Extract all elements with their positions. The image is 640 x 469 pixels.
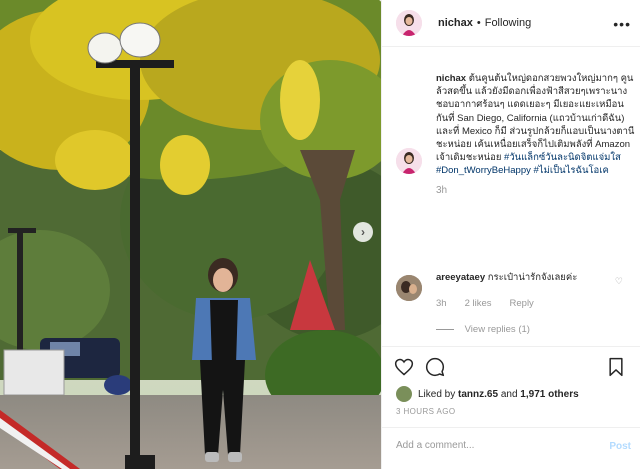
- comment-icon[interactable]: [425, 357, 445, 377]
- hashtag-link[interactable]: #Don_tWorryBeHappy: [436, 165, 531, 176]
- commenter-avatar[interactable]: [396, 275, 422, 301]
- post-caption: nichax ต้นคูนต้นใหญ่ดอกสวยพวงใหญ่มากๆ คู…: [436, 72, 636, 197]
- liker-avatar[interactable]: [396, 386, 412, 402]
- photo-scene: [0, 0, 381, 469]
- likes-prefix: Liked by: [418, 388, 456, 400]
- post-timestamp[interactable]: 3 HOURS AGO: [396, 407, 456, 416]
- avatar-image: [396, 148, 422, 174]
- likes-summary: Liked by tannz.65 and 1,971 others: [396, 386, 579, 402]
- caption-time[interactable]: 3h: [436, 184, 636, 197]
- add-comment-bar: Post: [382, 427, 640, 469]
- caption-avatar[interactable]: [396, 148, 422, 174]
- more-horizontal-icon[interactable]: •••: [613, 16, 631, 32]
- likes-connector: and: [500, 388, 518, 400]
- comments-area[interactable]: nichax ต้นคูนต้นใหญ่ดอกสวยพวงใหญ่มากๆ คู…: [382, 48, 640, 348]
- comment-username[interactable]: areeyataey: [436, 272, 485, 283]
- view-replies-button[interactable]: View replies (1): [436, 324, 530, 335]
- header-username[interactable]: nichax: [438, 17, 473, 29]
- bookmark-icon[interactable]: [606, 357, 626, 377]
- action-bar: [382, 346, 640, 386]
- next-photo-button[interactable]: ›: [353, 222, 373, 242]
- caption-text-1: ต้นคูนต้นใหญ่ดอกสวยพวงใหญ่มากๆ: [468, 73, 618, 84]
- header-separator: •: [476, 17, 481, 29]
- comment-time[interactable]: 3h: [436, 298, 447, 309]
- comment-input[interactable]: [396, 440, 586, 451]
- post-header: nichax • Following •••: [382, 0, 640, 47]
- follow-status-button[interactable]: Following: [485, 17, 531, 29]
- hashtag-link[interactable]: #วันแล็กซ์วันละนิดจิตแจ่มใส: [504, 152, 621, 163]
- view-replies-label: View replies (1): [464, 324, 530, 335]
- chevron-right-icon: ›: [361, 225, 365, 239]
- heart-icon[interactable]: [394, 357, 414, 377]
- instagram-post: › nichax • Following ••• nichax ต้นคูนต้…: [0, 0, 640, 469]
- avatar-image: [396, 275, 422, 301]
- post-photo[interactable]: ›: [0, 0, 381, 469]
- comment: areeyataey กระเป๋าน่ารักจังเลยค่ะ: [436, 271, 616, 284]
- likes-others-button[interactable]: 1,971 others: [520, 389, 578, 400]
- reply-button[interactable]: Reply: [510, 298, 534, 309]
- comment-like-heart-icon[interactable]: ♡: [615, 276, 623, 287]
- avatar[interactable]: [396, 10, 422, 36]
- post-comment-button[interactable]: Post: [609, 441, 631, 452]
- comment-meta: 3h 2 likes Reply: [436, 298, 534, 309]
- liker-username[interactable]: tannz.65: [458, 389, 498, 400]
- comment-likes[interactable]: 2 likes: [465, 298, 492, 309]
- comment-text: กระเป๋าน่ารักจังเลยค่ะ: [487, 272, 578, 283]
- caption-username[interactable]: nichax: [436, 73, 466, 84]
- avatar-image: [396, 10, 422, 36]
- post-sidebar: nichax • Following ••• nichax ต้นคูนต้นใ…: [381, 0, 640, 469]
- hashtag-link[interactable]: #ไม่เป็นไรฉันโอเค: [534, 165, 609, 176]
